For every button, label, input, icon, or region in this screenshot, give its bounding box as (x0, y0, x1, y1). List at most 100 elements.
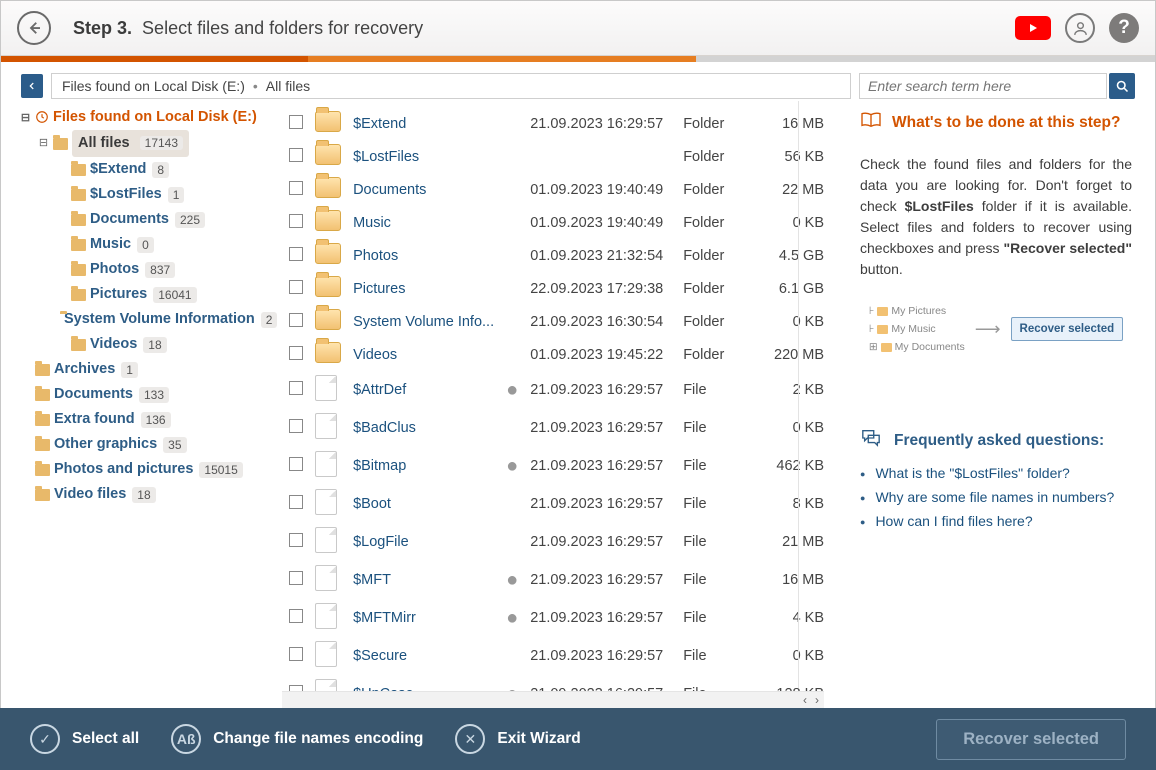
file-row[interactable]: $BadClus21.09.2023 16:29:57File0 KB (282, 409, 842, 447)
file-row[interactable]: Music01.09.2023 19:40:49Folder0 KB (282, 206, 842, 239)
folder-icon (71, 289, 86, 301)
row-checkbox[interactable] (289, 346, 303, 360)
tree-item[interactable]: Music 0 (56, 232, 276, 257)
tree-item[interactable]: System Volume Information 2 (56, 307, 276, 332)
back-button[interactable] (17, 11, 51, 45)
file-name[interactable]: Photos (347, 239, 500, 272)
help-button[interactable]: ? (1109, 13, 1139, 43)
file-row[interactable]: $Boot21.09.2023 16:29:57File8 KB (282, 485, 842, 523)
scroll-right-icon[interactable]: › (815, 693, 819, 707)
row-checkbox[interactable] (289, 247, 303, 261)
file-size: 21 MB (762, 523, 842, 561)
collapse-icon[interactable]: ⊟ (20, 111, 31, 124)
file-name[interactable]: $LostFiles (347, 140, 500, 173)
file-name[interactable]: $Boot (347, 485, 500, 523)
tree-category[interactable]: Other graphics 35 (20, 432, 276, 457)
folder-icon (71, 164, 86, 176)
breadcrumb-current[interactable]: All files (266, 78, 310, 94)
file-row[interactable]: System Volume Info...21.09.2023 16:30:54… (282, 305, 842, 338)
tree-item[interactable]: Photos 837 (56, 257, 276, 282)
file-date: 21.09.2023 16:29:57 (524, 409, 677, 447)
folder-icon (71, 239, 86, 251)
file-date: 21.09.2023 16:29:57 (524, 637, 677, 675)
horizontal-scrollbar[interactable]: ‹ › (282, 691, 824, 708)
collapse-icon[interactable]: ⊟ (38, 131, 49, 156)
tree-item[interactable]: $Extend 8 (56, 157, 276, 182)
file-row[interactable]: Videos01.09.2023 19:45:22Folder220 MB (282, 338, 842, 371)
tree-category[interactable]: Photos and pictures 15015 (20, 457, 276, 482)
faq-item[interactable]: How can I find files here? (860, 513, 1132, 529)
change-encoding-button[interactable]: Aß Change file names encoding (171, 724, 423, 754)
file-row[interactable]: $LostFilesFolder56 KB (282, 140, 842, 173)
file-name[interactable]: System Volume Info... (347, 305, 500, 338)
file-row[interactable]: $MFT●21.09.2023 16:29:57File16 MB (282, 561, 842, 599)
file-row[interactable]: $Extend21.09.2023 16:29:57Folder16 MB (282, 107, 842, 140)
file-name[interactable]: $Extend (347, 107, 500, 140)
row-checkbox[interactable] (289, 381, 303, 395)
folder-icon (315, 144, 341, 165)
file-name[interactable]: $MFT (347, 561, 500, 599)
file-date: 01.09.2023 21:32:54 (524, 239, 677, 272)
file-row[interactable]: Documents01.09.2023 19:40:49Folder22 MB (282, 173, 842, 206)
exit-wizard-button[interactable]: ✕ Exit Wizard (455, 724, 580, 754)
tree-item[interactable]: Pictures 16041 (56, 282, 276, 307)
recover-selected-button[interactable]: Recover selected (936, 719, 1126, 760)
folder-icon (35, 389, 50, 401)
tree-item[interactable]: $LostFiles 1 (56, 182, 276, 207)
tree-all-files[interactable]: ⊟ All files 17143 (38, 130, 276, 157)
file-row[interactable]: Photos01.09.2023 21:32:54Folder4.5 GB (282, 239, 842, 272)
search-icon (1115, 79, 1130, 94)
file-name[interactable]: $MFTMirr (347, 599, 500, 637)
row-checkbox[interactable] (289, 148, 303, 162)
faq-item[interactable]: What is the "$LostFiles" folder? (860, 465, 1132, 481)
search-input[interactable] (859, 73, 1107, 99)
row-checkbox[interactable] (289, 181, 303, 195)
breadcrumb-root[interactable]: Files found on Local Disk (E:) (62, 78, 245, 94)
file-name[interactable]: $LogFile (347, 523, 500, 561)
file-row[interactable]: Pictures22.09.2023 17:29:38Folder6.1 GB (282, 272, 842, 305)
faq-item[interactable]: Why are some file names in numbers? (860, 489, 1132, 505)
youtube-link[interactable] (1015, 16, 1051, 40)
row-checkbox[interactable] (289, 571, 303, 585)
row-checkbox[interactable] (289, 457, 303, 471)
search-button[interactable] (1109, 73, 1135, 99)
row-checkbox[interactable] (289, 419, 303, 433)
file-name[interactable]: $Secure (347, 637, 500, 675)
row-checkbox[interactable] (289, 609, 303, 623)
tree-item[interactable]: Documents 225 (56, 207, 276, 232)
scroll-left-icon[interactable]: ‹ (803, 693, 807, 707)
file-name[interactable]: $BadClus (347, 409, 500, 447)
account-button[interactable] (1065, 13, 1095, 43)
status-dot: ● (500, 371, 524, 409)
select-all-button[interactable]: ✓ Select all (30, 724, 139, 754)
tree-item[interactable]: Videos 18 (56, 332, 276, 357)
file-name[interactable]: $AttrDef (347, 371, 500, 409)
tree-category[interactable]: Documents 133 (20, 382, 276, 407)
tree-root[interactable]: ⊟ Files found on Local Disk (E:) (20, 109, 276, 125)
row-checkbox[interactable] (289, 495, 303, 509)
row-checkbox[interactable] (289, 115, 303, 129)
tree-category[interactable]: Video files 18 (20, 482, 276, 507)
file-date: 22.09.2023 17:29:38 (524, 272, 677, 305)
row-checkbox[interactable] (289, 280, 303, 294)
file-name[interactable]: Videos (347, 338, 500, 371)
row-checkbox[interactable] (289, 214, 303, 228)
file-name[interactable]: Music (347, 206, 500, 239)
nav-back-button[interactable] (21, 74, 43, 98)
file-row[interactable]: $AttrDef●21.09.2023 16:29:57File2 KB (282, 371, 842, 409)
file-name[interactable]: $Bitmap (347, 447, 500, 485)
file-icon (315, 565, 337, 591)
file-row[interactable]: $Secure21.09.2023 16:29:57File0 KB (282, 637, 842, 675)
file-row[interactable]: $LogFile21.09.2023 16:29:57File21 MB (282, 523, 842, 561)
file-name[interactable]: Documents (347, 173, 500, 206)
file-row[interactable]: $MFTMirr●21.09.2023 16:29:57File4 KB (282, 599, 842, 637)
tree-category[interactable]: Archives 1 (20, 357, 276, 382)
row-checkbox[interactable] (289, 647, 303, 661)
tree-category[interactable]: Extra found 136 (20, 407, 276, 432)
file-row[interactable]: $Bitmap●21.09.2023 16:29:57File462 KB (282, 447, 842, 485)
file-name[interactable]: Pictures (347, 272, 500, 305)
file-type: File (677, 485, 761, 523)
row-checkbox[interactable] (289, 533, 303, 547)
row-checkbox[interactable] (289, 313, 303, 327)
breadcrumb[interactable]: Files found on Local Disk (E:) • All fil… (51, 73, 851, 99)
